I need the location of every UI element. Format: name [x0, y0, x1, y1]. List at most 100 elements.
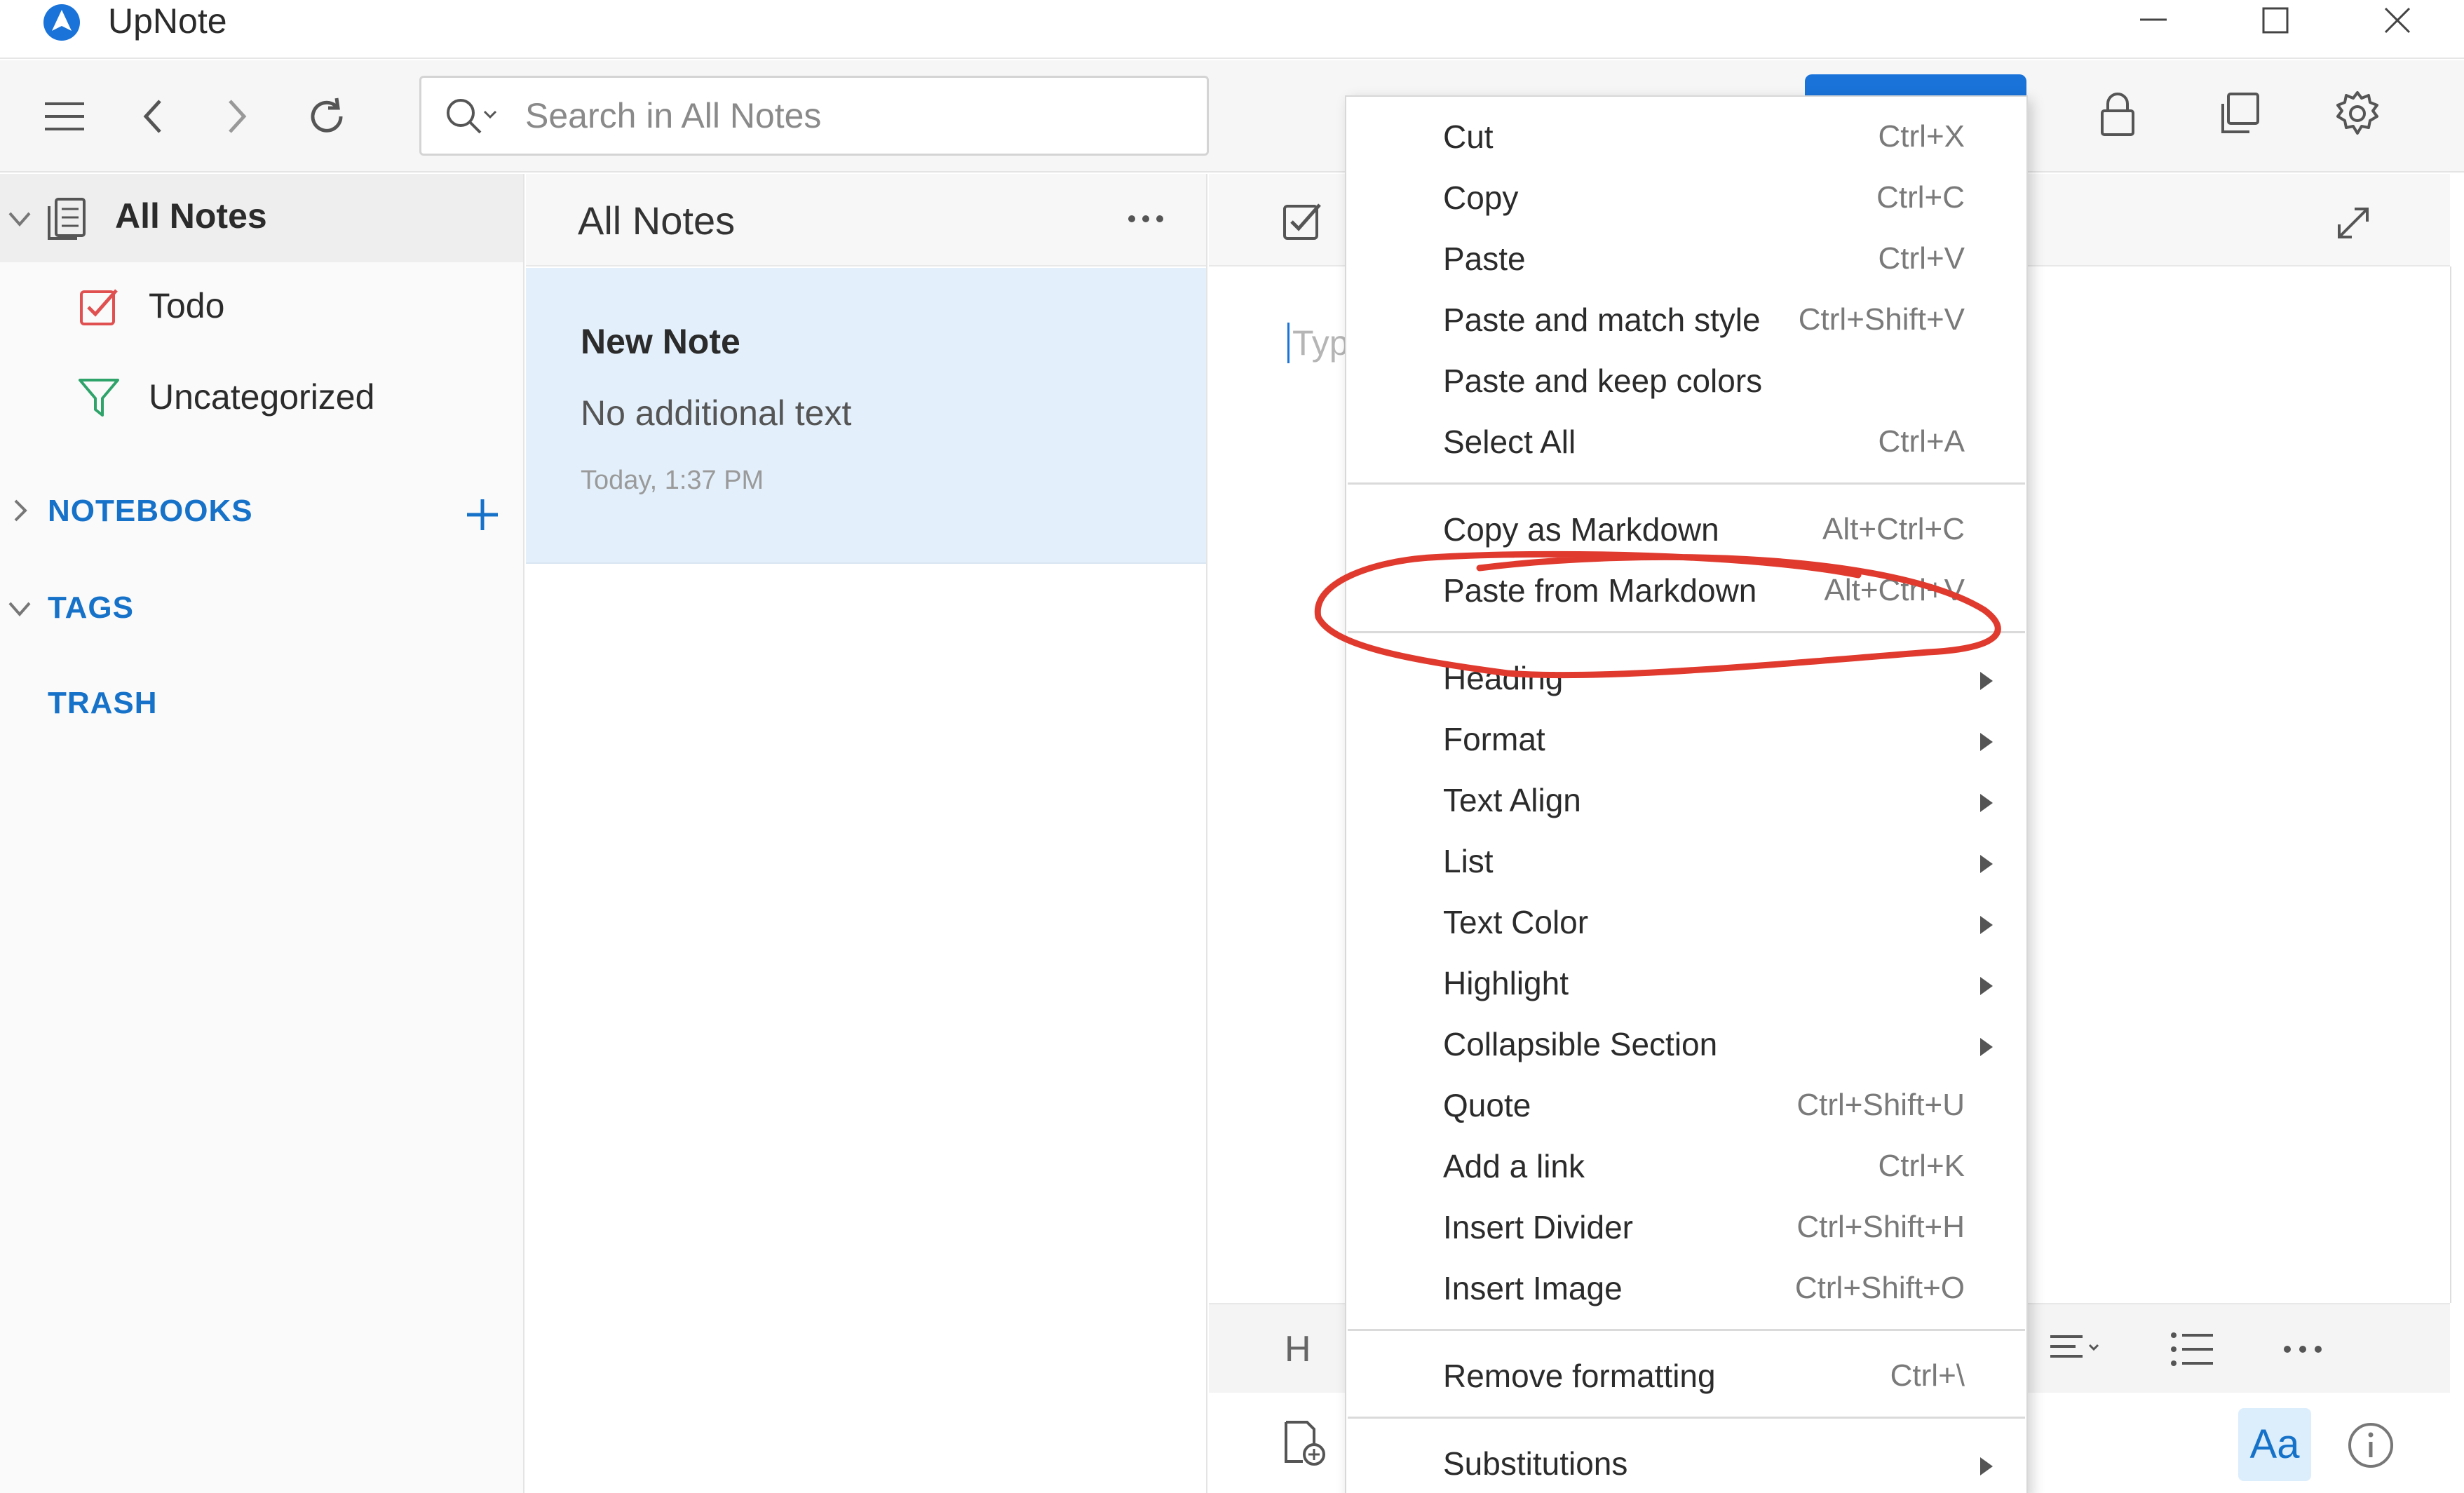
more-options-icon[interactable]	[2280, 1332, 2325, 1366]
menu-item-collapsible-section[interactable]: Collapsible Section	[1346, 1017, 2026, 1077]
font-style-button[interactable]: Aa	[2238, 1408, 2311, 1481]
menu-item-paste-match-style[interactable]: Paste and match style Ctrl+Shift+V	[1346, 292, 2026, 353]
menu-item-paste-keep-colors[interactable]: Paste and keep colors	[1346, 353, 2026, 414]
scrollbar[interactable]	[2450, 266, 2464, 1303]
minimize-icon[interactable]	[2115, 0, 2192, 42]
notebooks-section[interactable]: NOTEBOOKS	[48, 494, 253, 529]
lock-icon[interactable]	[2092, 88, 2143, 139]
info-icon[interactable]	[2346, 1421, 2395, 1470]
note-preview: No additional text	[581, 393, 852, 433]
sidebar-item-label: Uncategorized	[149, 377, 375, 417]
menu-item-label: Remove formatting	[1443, 1358, 1716, 1394]
context-menu: Cut Ctrl+X Copy Ctrl+C Paste Ctrl+V Past…	[1345, 95, 2028, 1493]
menu-item-copy-as-markdown[interactable]: Copy as Markdown Alt+Ctrl+C	[1346, 502, 2026, 562]
menu-item-cut[interactable]: Cut Ctrl+X	[1346, 109, 2026, 170]
note-list: All Notes New Note No additional text To…	[526, 174, 1207, 1493]
search-icon[interactable]	[442, 93, 501, 138]
sidebar-item-uncategorized[interactable]: Uncategorized	[0, 352, 523, 440]
toolbar	[0, 60, 2464, 173]
close-icon[interactable]	[2359, 0, 2436, 42]
menu-item-label: Highlight	[1443, 965, 1569, 1001]
menu-divider	[1348, 482, 2025, 485]
menu-item-shortcut: Ctrl+C	[1876, 180, 1965, 215]
sidebar-item-label: Todo	[149, 286, 225, 325]
text-align-icon[interactable]	[2047, 1330, 2104, 1369]
menu-item-copy[interactable]: Copy Ctrl+C	[1346, 170, 2026, 231]
menu-item-add-link[interactable]: Add a link Ctrl+K	[1346, 1139, 2026, 1199]
menu-item-label: Format	[1443, 721, 1545, 757]
menu-item-remove-formatting[interactable]: Remove formatting Ctrl+\	[1346, 1349, 2026, 1409]
menu-item-substitutions[interactable]: Substitutions	[1346, 1436, 2026, 1493]
chevron-left-icon[interactable]	[129, 91, 180, 142]
submenu-arrow-icon	[1980, 672, 1993, 690]
tags-section[interactable]: TAGS	[48, 590, 134, 626]
menu-item-label: Substitutions	[1443, 1445, 1628, 1482]
menu-item-select-all[interactable]: Select All Ctrl+A	[1346, 414, 2026, 475]
menu-item-label: Add a link	[1443, 1148, 1585, 1184]
maximize-icon[interactable]	[2237, 0, 2314, 42]
submenu-arrow-icon	[1980, 1038, 1993, 1056]
editor-body-input[interactable]: Typ	[1287, 323, 1349, 363]
menu-item-paste[interactable]: Paste Ctrl+V	[1346, 231, 2026, 292]
menu-item-text-align[interactable]: Text Align	[1346, 773, 2026, 833]
submenu-arrow-icon	[1980, 855, 1993, 873]
search-box[interactable]	[419, 76, 1209, 156]
more-options-icon[interactable]	[1123, 196, 1168, 241]
menu-item-text-color[interactable]: Text Color	[1346, 895, 2026, 955]
menu-item-label: List	[1443, 843, 1494, 879]
trash-section[interactable]: TRASH	[48, 686, 158, 721]
add-notebook-icon[interactable]	[463, 495, 502, 534]
sidebar-item-todo[interactable]: Todo	[0, 262, 523, 351]
menu-item-label: Paste	[1443, 241, 1526, 277]
search-input[interactable]	[525, 78, 1184, 154]
menu-item-shortcut: Ctrl+V	[1878, 241, 1965, 276]
menu-item-shortcut: Alt+Ctrl+V	[1824, 573, 1965, 607]
notes-icon	[48, 198, 86, 240]
copy-window-icon[interactable]	[2213, 88, 2263, 139]
chevron-right-icon[interactable]	[210, 91, 261, 142]
menu-item-label: Copy as Markdown	[1443, 511, 1719, 548]
gear-icon[interactable]	[2332, 88, 2383, 139]
upnote-logo-icon	[43, 4, 80, 41]
menu-item-shortcut: Ctrl+A	[1878, 424, 1965, 459]
hamburger-icon[interactable]	[39, 91, 90, 142]
menu-item-insert-divider[interactable]: Insert Divider Ctrl+Shift+H	[1346, 1200, 2026, 1260]
note-list-header: All Notes	[526, 174, 1206, 266]
heading-button[interactable]: H	[1285, 1328, 1311, 1370]
menu-item-label: Cut	[1443, 119, 1494, 155]
menu-item-label: Paste from Markdown	[1443, 572, 1757, 609]
refresh-icon[interactable]	[302, 91, 352, 142]
menu-item-label: Text Align	[1443, 782, 1581, 818]
menu-item-label: Insert Divider	[1443, 1209, 1633, 1245]
menu-item-shortcut: Ctrl+Shift+O	[1794, 1271, 1965, 1305]
expand-icon[interactable]	[2332, 202, 2374, 244]
menu-item-quote[interactable]: Quote Ctrl+Shift+U	[1346, 1078, 2026, 1138]
menu-item-insert-image[interactable]: Insert Image Ctrl+Shift+O	[1346, 1261, 2026, 1321]
submenu-arrow-icon	[1980, 977, 1993, 995]
title-bar: UpNote	[0, 0, 2464, 59]
submenu-arrow-icon	[1980, 916, 1993, 934]
menu-item-list[interactable]: List	[1346, 834, 2026, 894]
sidebar-item-all-notes[interactable]: All Notes	[0, 174, 523, 262]
chevron-right-icon[interactable]	[7, 496, 32, 525]
menu-item-label: Collapsible Section	[1443, 1026, 1718, 1062]
bullet-list-icon[interactable]	[2169, 1328, 2216, 1370]
checkbox-icon[interactable]	[1280, 199, 1325, 244]
menu-item-shortcut: Ctrl+Shift+H	[1796, 1210, 1965, 1244]
menu-divider	[1348, 1417, 2025, 1419]
note-list-title: All Notes	[578, 198, 736, 243]
app-title: UpNote	[108, 1, 227, 41]
menu-item-highlight[interactable]: Highlight	[1346, 956, 2026, 1016]
menu-item-paste-from-markdown[interactable]: Paste from Markdown Alt+Ctrl+V	[1346, 563, 2026, 623]
menu-item-label: Insert Image	[1443, 1270, 1623, 1306]
chevron-down-icon[interactable]	[6, 595, 34, 623]
menu-item-format[interactable]: Format	[1346, 712, 2026, 772]
add-attachment-icon[interactable]	[1282, 1419, 1327, 1467]
filter-icon	[79, 379, 119, 417]
chevron-down-icon[interactable]	[6, 205, 34, 233]
list-item[interactable]: New Note No additional text Today, 1:37 …	[526, 268, 1206, 564]
menu-item-shortcut: Alt+Ctrl+C	[1822, 512, 1965, 546]
menu-item-label: Paste and keep colors	[1443, 363, 1763, 399]
menu-divider	[1348, 1329, 2025, 1331]
menu-item-heading[interactable]: Heading	[1346, 651, 2026, 711]
